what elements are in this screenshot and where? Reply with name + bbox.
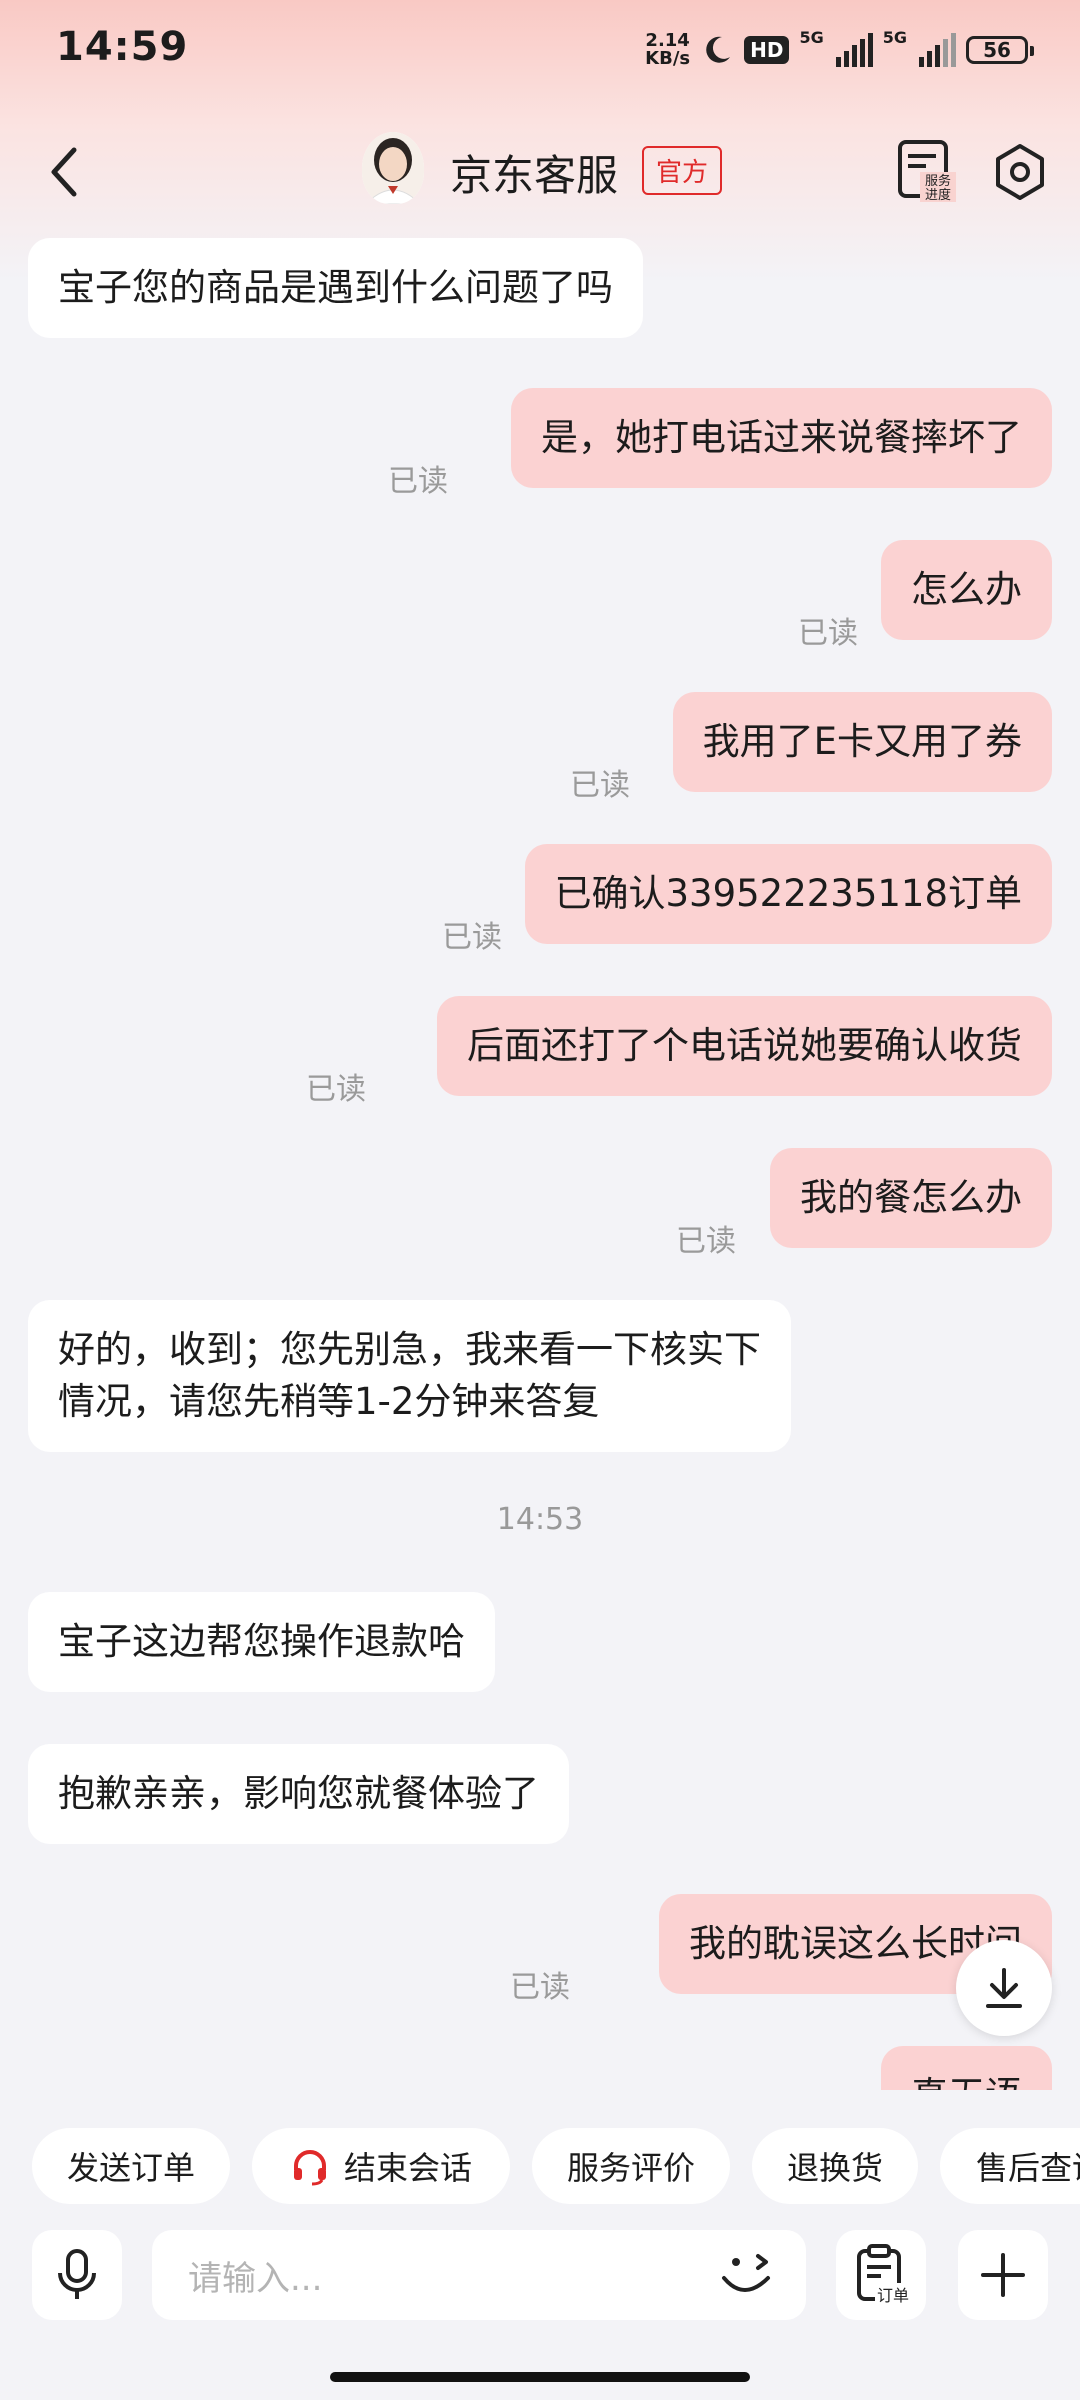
voice-button[interactable]: [32, 2230, 122, 2320]
chat-message-list[interactable]: 宝子您的商品是遇到什么问题了吗 已读 是，她打电话过来说餐摔坏了 已读 怎么办 …: [0, 230, 1080, 2090]
message-timestamp: 14:53: [496, 1502, 584, 1537]
chip-label: 退换货: [786, 2149, 883, 2187]
signal-bars-icon-2: [919, 33, 956, 67]
return-exchange-chip[interactable]: 退换货: [752, 2128, 918, 2204]
read-receipt: 已读: [798, 616, 858, 651]
signal-5g-label-2: 5G: [882, 28, 907, 47]
read-receipt: 已读: [570, 768, 630, 803]
send-order-chip[interactable]: 发送订单: [32, 2128, 230, 2204]
read-receipt: 已读: [442, 920, 502, 955]
signal-5g-label: 5G: [799, 28, 824, 47]
status-time: 14:59: [56, 24, 189, 70]
order-button-label: 订单: [877, 2286, 909, 2305]
status-bar: 14:59 2.14 KB/s HD 5G 5G 56: [0, 0, 1080, 100]
more-button[interactable]: [958, 2230, 1048, 2320]
chevron-left-icon: [51, 147, 77, 197]
moon-icon: [706, 36, 731, 63]
official-badge: 官方: [642, 146, 723, 195]
service-label-line1: 服务: [925, 173, 951, 189]
home-indicator[interactable]: [330, 2372, 750, 2382]
message-user[interactable]: 怎么办: [881, 540, 1052, 640]
battery-level: 56: [983, 38, 1011, 62]
message-line: 好的，收到；您先别急，我来看一下核实下: [58, 1328, 761, 1371]
message-agent[interactable]: 抱歉亲亲，影响您就餐体验了: [28, 1744, 569, 1844]
emoji-button[interactable]: [712, 2238, 788, 2314]
service-rating-chip[interactable]: 服务评价: [532, 2128, 730, 2204]
service-label-line2: 进度: [925, 187, 951, 202]
chip-label: 售后查询: [976, 2149, 1080, 2187]
message-user[interactable]: 后面还打了个电话说她要确认收货: [437, 996, 1052, 1096]
chat-title: 京东客服: [450, 151, 619, 200]
chat-header: 京东客服 官方 服务 进度: [0, 120, 1080, 220]
network-speed: 2.14 KB/s: [645, 32, 690, 68]
battery-icon: 56: [966, 36, 1034, 64]
message-agent[interactable]: 好的，收到；您先别急，我来看一下核实下 情况，请您先稍等1-2分钟来答复: [28, 1300, 791, 1452]
settings-button[interactable]: [990, 142, 1050, 202]
headset-icon: [293, 2150, 326, 2186]
read-receipt: 已读: [676, 1224, 736, 1259]
avatar: [362, 132, 424, 204]
microphone-icon: [58, 2249, 96, 2299]
network-speed-unit: KB/s: [645, 48, 691, 69]
back-button[interactable]: [40, 142, 90, 202]
wink-face-icon: [722, 2254, 770, 2292]
read-receipt: 已读: [306, 1072, 366, 1107]
service-progress-icon: 服务 进度: [898, 140, 956, 203]
message-line: 情况，请您先稍等1-2分钟来答复: [58, 1380, 600, 1423]
message-user[interactable]: 我的餐怎么办: [770, 1148, 1052, 1248]
chip-label: 结束会话: [343, 2149, 472, 2187]
message-agent[interactable]: 宝子您的商品是遇到什么问题了吗: [28, 238, 643, 338]
end-session-chip[interactable]: 结束会话: [252, 2128, 510, 2204]
message-user[interactable]: 我用了E卡又用了券: [672, 692, 1052, 792]
quick-action-bar: 发送订单 结束会话 服务评价 退换货 售后查询: [0, 2120, 1080, 2210]
message-user[interactable]: 已确认339522235118订单: [524, 844, 1052, 944]
plus-icon: [981, 2253, 1025, 2297]
read-receipt: 已读: [510, 1970, 570, 2005]
service-progress-button[interactable]: 服务 进度: [896, 138, 956, 203]
input-bar: 请输入... 订单: [0, 2222, 1080, 2332]
order-button[interactable]: 订单: [836, 2230, 926, 2320]
settings-hexagon-icon: [996, 144, 1044, 200]
message-input[interactable]: 请输入...: [152, 2230, 806, 2320]
chip-label: 服务评价: [566, 2149, 695, 2187]
order-clipboard-icon: 订单: [857, 2244, 911, 2305]
scroll-to-bottom-button[interactable]: [956, 1940, 1052, 2036]
hd-icon: HD: [744, 36, 790, 64]
message-user[interactable]: 真无语: [881, 2046, 1052, 2090]
message-user[interactable]: 是，她打电话过来说餐摔坏了: [511, 388, 1052, 488]
arrow-down-icon: [986, 1968, 1022, 2008]
agent-avatar-icon: [362, 132, 424, 204]
status-icons: 2.14 KB/s HD 5G 5G 56: [645, 28, 1034, 72]
chip-label: 发送订单: [66, 2149, 195, 2187]
read-receipt: 已读: [388, 464, 448, 499]
message-agent[interactable]: 宝子这边帮您操作退款哈: [28, 1592, 495, 1692]
after-sales-query-chip[interactable]: 售后查询: [940, 2128, 1080, 2204]
signal-bars-icon: [835, 33, 873, 67]
